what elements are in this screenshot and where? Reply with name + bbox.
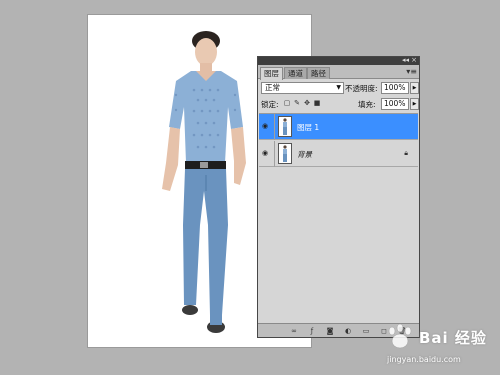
blend-mode-value: 正常: [265, 83, 280, 92]
eye-icon: ◉: [262, 149, 269, 157]
layer-row-layer1[interactable]: ◉ 图层 1: [259, 114, 418, 140]
tab-paths[interactable]: 路径: [307, 67, 330, 79]
tab-layers[interactable]: 图层: [260, 67, 283, 80]
fill-label: 填充:: [358, 100, 376, 109]
chevron-down-icon: ▼: [336, 84, 341, 91]
opacity-label: 不透明度:: [345, 84, 378, 93]
panel-tabstrip: 图层 通道 路径 ▾≡: [258, 65, 419, 80]
tab-channels[interactable]: 通道: [284, 67, 307, 79]
layer-thumbnail: [278, 116, 292, 137]
mask-icon[interactable]: ◙: [325, 326, 335, 336]
fill-field[interactable]: 100%: [381, 98, 409, 110]
close-icon[interactable]: ×: [411, 56, 417, 65]
fill-stepper[interactable]: ▶: [410, 98, 419, 110]
watermark-url: jingyan.baidu.com: [387, 355, 461, 364]
layers-panel: ◂◂ × 图层 通道 路径 ▾≡ 正常 ▼ 不透明度: 100% ▶ 锁定: ▢…: [257, 56, 420, 338]
baidu-jingyan-watermark: Bai 经验 jingyan.baidu.com: [383, 323, 495, 369]
panel-menu-icon[interactable]: ▾≡: [406, 67, 417, 76]
blend-mode-select[interactable]: 正常 ▼: [261, 82, 344, 94]
opacity-stepper[interactable]: ▶: [410, 82, 419, 94]
fx-icon[interactable]: ƒ: [307, 326, 317, 336]
lock-all-icon[interactable]: ■: [313, 99, 321, 108]
link-icon[interactable]: ∞: [289, 326, 299, 336]
adjustment-icon[interactable]: ◐: [343, 326, 353, 336]
eye-icon: ◉: [262, 122, 269, 130]
blend-row: 正常 ▼ 不透明度: 100% ▶: [261, 82, 419, 95]
baidu-paw-logo: [388, 323, 412, 349]
lock-icon: 🔒︎: [404, 149, 408, 157]
opacity-field[interactable]: 100%: [381, 82, 409, 94]
lock-pixels-icon[interactable]: ✎: [293, 99, 301, 108]
layer-row-background[interactable]: ◉ 背景 🔒︎: [259, 141, 418, 167]
visibility-toggle[interactable]: ◉: [259, 141, 275, 167]
lock-transparent-icon[interactable]: ▢: [283, 99, 291, 108]
panel-title-bar[interactable]: ◂◂ ×: [258, 56, 419, 65]
layer-name: 背景: [297, 150, 312, 159]
lock-label: 锁定:: [261, 100, 279, 109]
group-icon[interactable]: ▭: [361, 326, 371, 336]
layer-thumbnail: [278, 143, 292, 164]
visibility-toggle[interactable]: ◉: [259, 114, 275, 140]
collapse-icon[interactable]: ◂◂: [402, 56, 409, 65]
lock-row: 锁定: ▢ ✎ ✥ ■ 填充: 100% ▶: [261, 98, 419, 111]
watermark-brand: Bai 经验: [419, 329, 487, 347]
layers-list: ◉ 图层 1 ◉ 背景 �: [259, 113, 418, 322]
layer-name: 图层 1: [297, 123, 320, 132]
lock-position-icon[interactable]: ✥: [303, 99, 311, 108]
